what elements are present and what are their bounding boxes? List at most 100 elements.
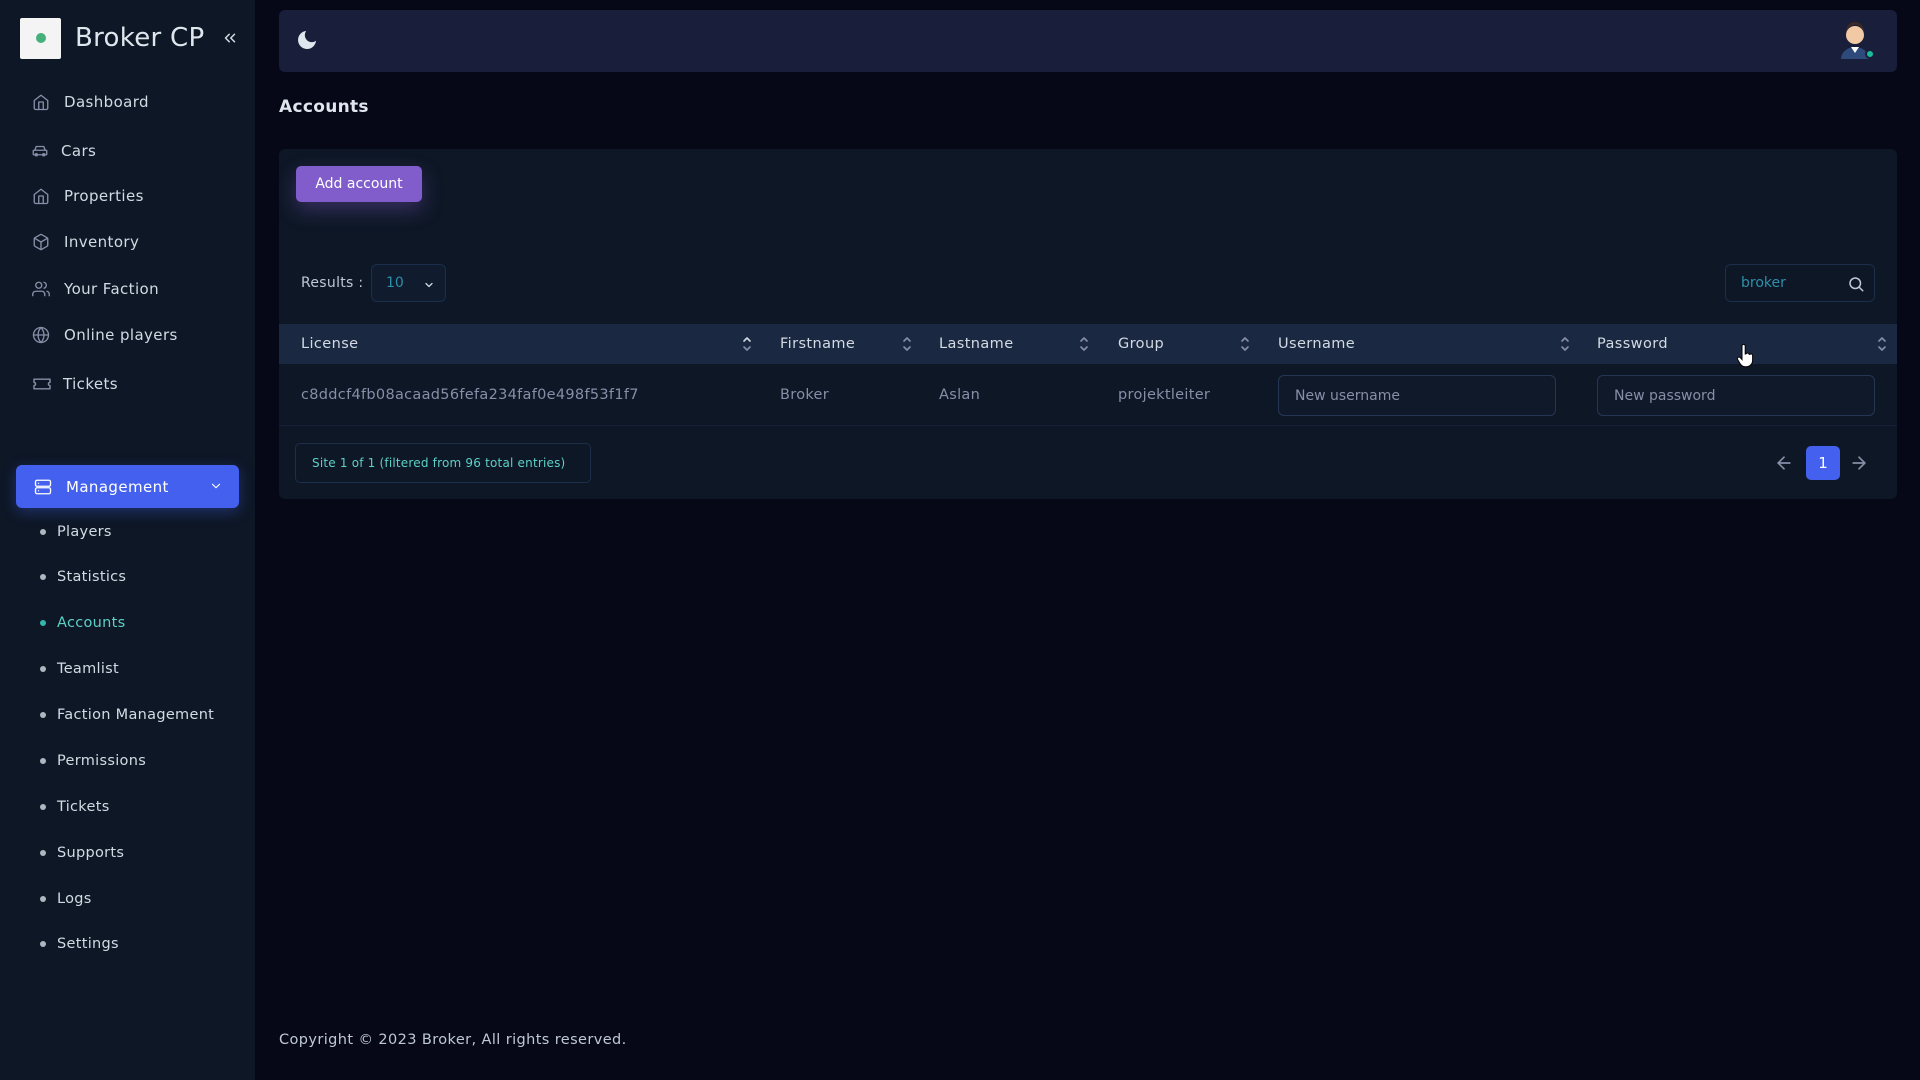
pagination-page-button[interactable]: 1 bbox=[1806, 446, 1840, 480]
ticket-icon bbox=[31, 373, 53, 395]
sidebar-subitem-label: Accounts bbox=[57, 615, 126, 631]
column-header-password[interactable]: Password bbox=[1597, 324, 1668, 364]
sidebar-item-dashboard[interactable]: Dashboard bbox=[30, 87, 149, 117]
user-avatar-button[interactable] bbox=[1835, 21, 1875, 61]
globe-icon bbox=[30, 324, 52, 346]
sort-icon[interactable] bbox=[1560, 335, 1570, 353]
results-label: Results : bbox=[301, 275, 364, 291]
bullet-dot bbox=[40, 941, 46, 947]
bullet-dot bbox=[40, 529, 46, 535]
sidebar-subitem-settings[interactable]: Settings bbox=[40, 932, 119, 956]
sidebar-subitem-tickets[interactable]: Tickets bbox=[40, 795, 110, 819]
footer-copyright: Copyright © 2023 Broker, All rights rese… bbox=[279, 1032, 627, 1048]
hand-cursor-icon bbox=[1736, 344, 1754, 368]
box-icon bbox=[30, 231, 52, 253]
sidebar-subitem-label: Faction Management bbox=[57, 707, 215, 723]
column-header-username[interactable]: Username bbox=[1278, 324, 1355, 364]
sidebar-item-properties[interactable]: Properties bbox=[30, 181, 144, 211]
arrow-right-icon[interactable] bbox=[1849, 453, 1869, 473]
bullet-dot bbox=[40, 850, 46, 856]
sort-icon[interactable] bbox=[1240, 335, 1250, 353]
topbar bbox=[279, 10, 1897, 72]
brand-name: Broker CP bbox=[75, 23, 205, 53]
sort-icon[interactable] bbox=[1079, 335, 1089, 353]
new-password-input[interactable] bbox=[1597, 375, 1875, 416]
sort-icon[interactable] bbox=[902, 335, 912, 353]
app-root: Broker CP Dashboard Cars Properties Inve… bbox=[0, 0, 1920, 1080]
collapse-sidebar-button[interactable] bbox=[218, 24, 242, 52]
brand[interactable]: Broker CP bbox=[20, 17, 205, 59]
sidebar-subitem-label: Permissions bbox=[57, 753, 147, 769]
sidebar-item-management[interactable]: Management bbox=[16, 465, 239, 508]
car-icon bbox=[29, 140, 51, 162]
double-chevron-left-icon bbox=[224, 33, 236, 43]
bullet-dot bbox=[40, 758, 46, 764]
new-username-input[interactable] bbox=[1278, 375, 1556, 416]
sort-icon[interactable] bbox=[742, 335, 752, 353]
search-input[interactable] bbox=[1726, 265, 1836, 301]
group-cell: projektleiter bbox=[1118, 387, 1211, 403]
sidebar-item-label: Cars bbox=[61, 142, 97, 160]
page-title: Accounts bbox=[279, 97, 369, 117]
sidebar-item-online-players[interactable]: Online players bbox=[30, 320, 178, 350]
table-header: License Firstname Lastname Group Usernam… bbox=[279, 324, 1897, 364]
sort-icon[interactable] bbox=[1877, 335, 1887, 353]
sidebar-subitem-teamlist[interactable]: Teamlist bbox=[40, 657, 119, 681]
sidebar-subitem-faction-management[interactable]: Faction Management bbox=[40, 703, 214, 727]
sidebar-subitem-label: Statistics bbox=[57, 569, 127, 585]
sidebar-subitem-accounts[interactable]: Accounts bbox=[40, 611, 126, 635]
pagination-info: Site 1 of 1 (filtered from 96 total entr… bbox=[295, 443, 591, 483]
arrow-left-icon[interactable] bbox=[1774, 453, 1794, 473]
sidebar-subitem-statistics[interactable]: Statistics bbox=[40, 565, 126, 589]
sidebar-item-your-faction[interactable]: Your Faction bbox=[30, 274, 159, 304]
license-cell: c8ddcf4fb08acaad56fefa234faf0e498f53f1f7 bbox=[301, 387, 639, 403]
column-header-license[interactable]: License bbox=[301, 324, 358, 364]
sidebar-subitem-permissions[interactable]: Permissions bbox=[40, 749, 146, 773]
sidebar-item-label: Inventory bbox=[64, 233, 140, 251]
server-icon bbox=[32, 476, 54, 498]
sidebar-subitem-label: Supports bbox=[57, 845, 125, 861]
column-header-group[interactable]: Group bbox=[1118, 324, 1164, 364]
bullet-dot bbox=[40, 620, 46, 626]
column-header-lastname[interactable]: Lastname bbox=[939, 324, 1014, 364]
brand-logo bbox=[20, 17, 61, 59]
bullet-dot bbox=[40, 896, 46, 902]
chevron-down-icon bbox=[211, 483, 221, 489]
sidebar-item-label: Online players bbox=[64, 326, 178, 344]
search-icon[interactable] bbox=[1847, 275, 1865, 293]
search-box bbox=[1725, 264, 1875, 302]
column-header-firstname[interactable]: Firstname bbox=[780, 324, 855, 364]
sidebar-item-tickets[interactable]: Tickets bbox=[31, 369, 118, 399]
bullet-dot bbox=[40, 712, 46, 718]
sidebar-item-inventory[interactable]: Inventory bbox=[30, 227, 139, 257]
add-account-button[interactable]: Add account bbox=[296, 166, 422, 202]
bullet-dot bbox=[40, 666, 46, 672]
chevron-down-icon bbox=[425, 282, 433, 288]
table-row: c8ddcf4fb08acaad56fefa234faf0e498f53f1f7… bbox=[279, 364, 1897, 426]
sidebar: Broker CP Dashboard Cars Properties Inve… bbox=[0, 0, 255, 1080]
results-per-page-select[interactable]: 10 bbox=[371, 264, 446, 302]
sidebar-item-cars[interactable]: Cars bbox=[29, 136, 96, 166]
sidebar-item-label: Management bbox=[66, 477, 169, 496]
users-icon bbox=[30, 278, 52, 300]
sidebar-subitem-label: Players bbox=[57, 524, 112, 540]
home-icon bbox=[30, 91, 52, 113]
sidebar-item-label: Tickets bbox=[63, 375, 118, 393]
sidebar-subitem-label: Tickets bbox=[57, 799, 110, 815]
accounts-panel: Add account Results : 10 License Firstna… bbox=[279, 149, 1897, 499]
bullet-dot bbox=[40, 804, 46, 810]
sidebar-item-label: Your Faction bbox=[64, 280, 160, 298]
theme-toggle-button[interactable] bbox=[295, 28, 321, 54]
lastname-cell: Aslan bbox=[939, 387, 981, 403]
brand-logo-mark bbox=[35, 33, 46, 43]
sidebar-subitem-label: Settings bbox=[57, 936, 119, 952]
sidebar-subitem-logs[interactable]: Logs bbox=[40, 887, 92, 911]
sidebar-subitem-supports[interactable]: Supports bbox=[40, 841, 124, 865]
firstname-cell: Broker bbox=[780, 387, 830, 403]
sidebar-subitem-label: Teamlist bbox=[57, 661, 120, 677]
bullet-dot bbox=[40, 574, 46, 580]
sidebar-subitem-players[interactable]: Players bbox=[40, 520, 112, 544]
results-select-value: 10 bbox=[386, 275, 404, 291]
home-icon bbox=[30, 185, 52, 207]
moon-icon bbox=[298, 31, 316, 49]
